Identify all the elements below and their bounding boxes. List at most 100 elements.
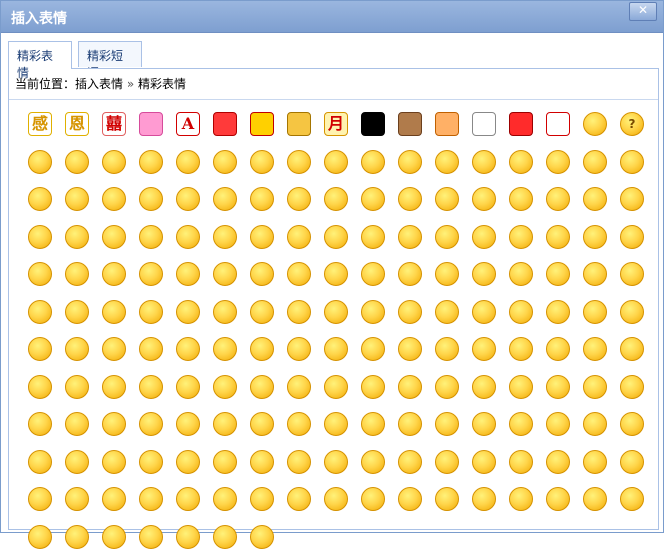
emoji-cell[interactable] — [173, 409, 203, 439]
emoji-cell[interactable] — [617, 222, 647, 252]
emoji-cell[interactable] — [62, 484, 92, 514]
emoji-cell[interactable] — [617, 372, 647, 402]
emoji-cell[interactable] — [469, 297, 499, 327]
emoji-cell[interactable] — [358, 372, 388, 402]
emoji-cell[interactable] — [25, 297, 55, 327]
emoji-cell[interactable] — [210, 447, 240, 477]
emoji-cell[interactable] — [136, 484, 166, 514]
emoji-cell[interactable] — [284, 184, 314, 214]
emoji-cell[interactable] — [543, 147, 573, 177]
emoji-cell[interactable] — [617, 297, 647, 327]
calendar-icon[interactable] — [469, 109, 499, 139]
emoji-cell[interactable] — [284, 222, 314, 252]
emoji-cell[interactable] — [99, 297, 129, 327]
emoji-cell[interactable] — [358, 147, 388, 177]
emoji-cell[interactable] — [210, 297, 240, 327]
tab-phrases[interactable]: 精彩短语 — [78, 41, 142, 80]
emoji-cell[interactable] — [173, 447, 203, 477]
emoji-cell[interactable] — [173, 334, 203, 364]
close-button[interactable]: ✕ — [629, 2, 657, 21]
emoji-cell[interactable] — [432, 184, 462, 214]
emoji-cell[interactable] — [210, 147, 240, 177]
emoji-cell[interactable] — [543, 184, 573, 214]
emoji-cell[interactable] — [432, 372, 462, 402]
tab-emoticons[interactable]: 精彩表情 — [8, 41, 72, 80]
emoji-cell[interactable] — [136, 147, 166, 177]
emoji-cell[interactable] — [321, 147, 351, 177]
emoji-cell[interactable] — [395, 484, 425, 514]
emoji-cell[interactable] — [432, 147, 462, 177]
emoji-cell[interactable] — [173, 184, 203, 214]
emoji-cell[interactable] — [395, 334, 425, 364]
emoji-cell[interactable] — [136, 184, 166, 214]
emoji-cell[interactable] — [432, 447, 462, 477]
emoji-cell[interactable] — [358, 484, 388, 514]
chinese-char-gan-icon[interactable]: 感 — [25, 109, 55, 139]
emoji-cell[interactable] — [247, 297, 277, 327]
emoji-cell[interactable] — [210, 372, 240, 402]
emoji-cell[interactable] — [321, 297, 351, 327]
emoji-cell[interactable] — [173, 222, 203, 252]
emoji-cell[interactable] — [284, 409, 314, 439]
emoji-cell[interactable] — [395, 409, 425, 439]
emoji-cell[interactable] — [99, 184, 129, 214]
emoji-cell[interactable] — [62, 372, 92, 402]
emoji-cell[interactable] — [321, 372, 351, 402]
emoji-cell[interactable] — [321, 184, 351, 214]
black-square-icon[interactable] — [358, 109, 388, 139]
red-sign-icon[interactable] — [543, 109, 573, 139]
emoji-cell[interactable] — [469, 259, 499, 289]
emoji-cell[interactable] — [99, 522, 129, 552]
emoji-cell[interactable] — [543, 409, 573, 439]
emoji-cell[interactable] — [543, 334, 573, 364]
emoji-cell[interactable] — [469, 484, 499, 514]
emoji-cell[interactable] — [62, 297, 92, 327]
emoji-cell[interactable] — [173, 259, 203, 289]
emoji-cell[interactable] — [99, 484, 129, 514]
emoji-cell[interactable] — [469, 184, 499, 214]
emoji-cell[interactable] — [247, 409, 277, 439]
emoji-cell[interactable] — [358, 447, 388, 477]
emoji-cell[interactable] — [62, 334, 92, 364]
emoji-cell[interactable] — [210, 522, 240, 552]
emoji-cell[interactable] — [358, 334, 388, 364]
emoji-cell[interactable] — [395, 297, 425, 327]
emoji-cell[interactable] — [25, 184, 55, 214]
emoji-cell[interactable] — [136, 222, 166, 252]
emoji-cell[interactable] — [506, 147, 536, 177]
emoji-cell[interactable] — [543, 259, 573, 289]
emoji-cell[interactable] — [506, 334, 536, 364]
emoji-cell[interactable] — [358, 222, 388, 252]
emoji-cell[interactable] — [62, 184, 92, 214]
emoji-cell[interactable] — [506, 409, 536, 439]
emoji-cell[interactable] — [247, 484, 277, 514]
emoji-cell[interactable] — [247, 372, 277, 402]
emoji-cell[interactable] — [543, 372, 573, 402]
emoji-cell[interactable] — [99, 409, 129, 439]
emoji-cell[interactable] — [210, 222, 240, 252]
mooncake-icon[interactable] — [395, 109, 425, 139]
emoji-cell[interactable] — [173, 484, 203, 514]
emoji-cell[interactable] — [580, 447, 610, 477]
emoji-cell[interactable] — [136, 522, 166, 552]
emoji-cell[interactable] — [136, 372, 166, 402]
emoji-cell[interactable] — [321, 409, 351, 439]
emoji-cell[interactable] — [617, 409, 647, 439]
emoji-cell[interactable] — [173, 522, 203, 552]
emoji-cell[interactable] — [617, 334, 647, 364]
emoji-cell[interactable] — [25, 334, 55, 364]
letter-a-icon[interactable]: A — [173, 109, 203, 139]
emoji-cell[interactable] — [136, 334, 166, 364]
emoji-cell[interactable] — [432, 484, 462, 514]
scroll-icon[interactable] — [247, 109, 277, 139]
emoji-cell[interactable] — [432, 334, 462, 364]
emoji-cell[interactable] — [99, 447, 129, 477]
emoji-cell[interactable] — [469, 147, 499, 177]
emoji-cell[interactable] — [321, 259, 351, 289]
emoji-cell[interactable] — [580, 372, 610, 402]
double-happiness-icon[interactable]: 囍 — [99, 109, 129, 139]
emoji-cell[interactable] — [136, 259, 166, 289]
emoji-cell[interactable] — [25, 522, 55, 552]
emoji-cell[interactable] — [136, 447, 166, 477]
emoji-cell[interactable] — [506, 184, 536, 214]
